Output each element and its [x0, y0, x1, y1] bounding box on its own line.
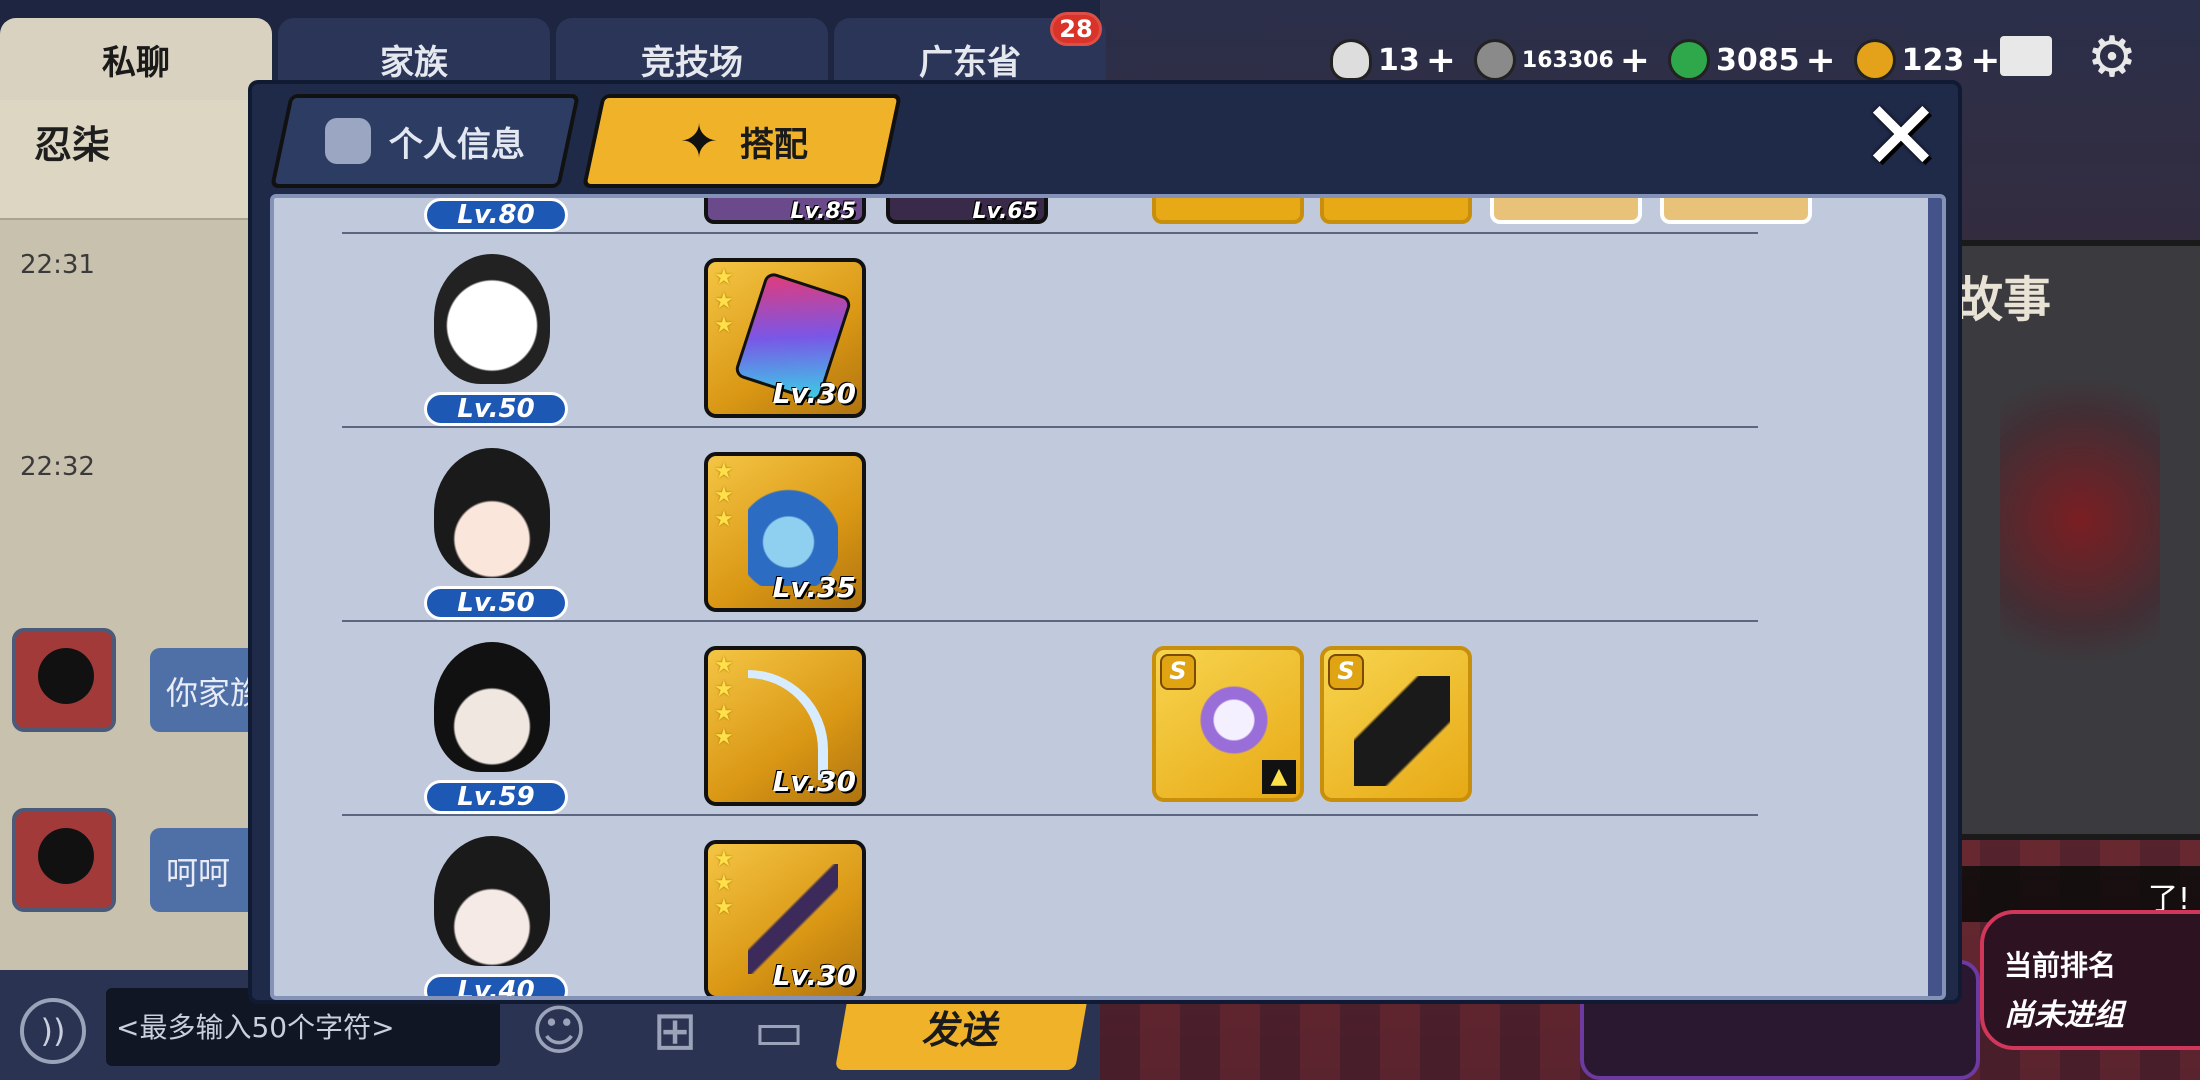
hero-level-badge: Lv.50	[424, 586, 568, 620]
weapon-slot[interactable]: ★ ★ ★ Lv.30	[704, 840, 866, 996]
resource-value: 3085	[1715, 42, 1800, 78]
voice-icon[interactable]: ))	[20, 998, 86, 1064]
weapon-level: Lv.65	[972, 199, 1038, 224]
mail-icon[interactable]	[2000, 36, 2052, 76]
equip-slot-partial[interactable]	[1320, 198, 1472, 224]
boss-glow	[2000, 360, 2160, 680]
weapon-slot[interactable]: ★ ★ ★ Lv.35	[704, 452, 866, 612]
resource-gold: 123 +	[1853, 39, 2009, 81]
emoji-icon[interactable]: ☺	[524, 996, 594, 1066]
tab-label: 个人信息	[389, 124, 525, 165]
resource-value: 163306	[1521, 47, 1614, 73]
chat-bubble[interactable]: 你家族	[150, 648, 260, 732]
message-time: 22:32	[20, 452, 95, 482]
hero-portrait[interactable]: Lv.40	[424, 836, 568, 996]
jade-icon	[1667, 39, 1710, 81]
weapon-slot[interactable]: ★ ★ ★ ★ Lv.30	[704, 646, 866, 806]
star-rating-icon: ★ ★ ★ ★	[714, 653, 734, 750]
rank-value: 尚未进组	[2004, 998, 2124, 1033]
lineup-row: Lv.59 ★ ★ ★ ★ Lv.30 S ▲ S	[274, 620, 1924, 814]
equip-slot[interactable]: S	[1320, 646, 1472, 802]
add-onigiri-button[interactable]: +	[1426, 40, 1456, 81]
hero-level-badge: Lv.40	[424, 974, 568, 996]
rank-label: 当前排名	[2004, 949, 2117, 982]
tab-province-label: 广东省	[919, 42, 1021, 83]
lineup-row: Lv.40 ★ ★ ★ Lv.30	[274, 814, 1924, 996]
gift-icon[interactable]: ⊞	[640, 996, 710, 1066]
star-rating-icon: ★ ★ ★	[714, 265, 734, 338]
add-coin-button[interactable]: +	[1620, 40, 1650, 81]
equip-slot-partial[interactable]	[1660, 198, 1812, 224]
hero-level-badge: Lv.80	[424, 198, 568, 232]
resource-onigiri: 13 +	[1330, 39, 1464, 81]
panda-hero-icon	[434, 254, 550, 384]
tab-lineup[interactable]: ✦ 搭配	[582, 94, 902, 188]
avatar[interactable]	[12, 808, 116, 912]
story-scroll-text: 故事	[1955, 272, 2052, 328]
gear-icon[interactable]: ⚙	[2084, 30, 2140, 86]
row-divider	[342, 620, 1758, 622]
weapon-slot-partial[interactable]: Lv.65	[886, 198, 1048, 224]
hero-lineup-modal: 个人信息 ✦ 搭配 ✕ Lv.80 Lv.85 Lv.65 Lv.50 ★ ★ ★	[248, 80, 1962, 1004]
scrollbar[interactable]	[1928, 198, 1942, 996]
shirt-icon: ▲	[1262, 760, 1296, 794]
row-divider	[342, 426, 1758, 428]
equip-slot-partial[interactable]	[1490, 198, 1642, 224]
unread-badge: 28	[1050, 12, 1102, 46]
tab-label: 搭配	[740, 124, 808, 165]
row-divider	[342, 232, 1758, 234]
resource-value: 13	[1378, 42, 1420, 78]
lineup-row: Lv.50 ★ ★ ★ Lv.35	[274, 426, 1924, 620]
weapon-slot-partial[interactable]: Lv.85	[704, 198, 866, 224]
gold-icon	[1853, 39, 1896, 81]
hero-level-badge: Lv.59	[424, 780, 568, 814]
onigiri-icon	[1330, 39, 1372, 81]
fox-mask-hero-icon	[434, 642, 550, 772]
ninja-girl-hero-icon	[434, 448, 550, 578]
lineup-list[interactable]: Lv.80 Lv.85 Lv.65 Lv.50 ★ ★ ★ Lv.30 Lv.5…	[270, 194, 1946, 1000]
scroll-equip-icon	[1354, 676, 1450, 786]
weapon-slot[interactable]: ★ ★ ★ Lv.30	[704, 258, 866, 418]
message-time: 22:31	[20, 250, 95, 280]
hero-portrait[interactable]: Lv.50	[424, 254, 568, 426]
scythe-weapon-icon	[748, 670, 828, 780]
equip-slot[interactable]: S ▲	[1152, 646, 1304, 802]
weapon-level: Lv.85	[790, 199, 856, 224]
profile-card-icon	[325, 118, 371, 164]
weapon-level: Lv.30	[772, 377, 856, 410]
close-button[interactable]: ✕	[1856, 88, 1946, 186]
hero-portrait[interactable]: Lv.50	[424, 448, 568, 620]
duck-girl-hero-icon	[434, 836, 550, 966]
add-jade-button[interactable]: +	[1805, 40, 1835, 81]
rank-panel[interactable]: 当前排名 尚未进组	[1980, 910, 2200, 1050]
shuriken-icon: ✦	[679, 114, 719, 168]
resource-coin: 163306 +	[1473, 39, 1658, 81]
katana-weapon-icon	[748, 864, 838, 974]
weapon-level: Lv.30	[772, 765, 856, 798]
lineup-row: Lv.50 ★ ★ ★ Lv.30	[274, 232, 1924, 426]
coin-icon	[1473, 39, 1516, 81]
resource-value: 123	[1901, 42, 1965, 78]
star-rating-icon: ★ ★ ★	[714, 847, 734, 920]
avatar[interactable]	[12, 628, 116, 732]
tab-private[interactable]: 私聊	[0, 18, 272, 100]
row-divider	[342, 814, 1758, 816]
tab-personal-info[interactable]: 个人信息	[270, 94, 580, 188]
hero-level-badge: Lv.50	[424, 392, 568, 426]
fish-weapon-icon	[748, 476, 838, 586]
add-gold-button[interactable]: +	[1970, 40, 2000, 81]
resource-jade: 3085 +	[1667, 39, 1844, 81]
weapon-level: Lv.30	[772, 959, 856, 992]
star-rating-icon: ★ ★ ★	[714, 459, 734, 532]
quick-phrase-icon[interactable]: ▭	[744, 996, 814, 1066]
hero-portrait[interactable]: Lv.59	[424, 642, 568, 814]
weapon-level: Lv.35	[772, 571, 856, 604]
equip-slot-partial[interactable]	[1152, 198, 1304, 224]
contact-name: 忍柒	[34, 123, 111, 167]
chat-bubble[interactable]: 呵呵	[150, 828, 260, 912]
